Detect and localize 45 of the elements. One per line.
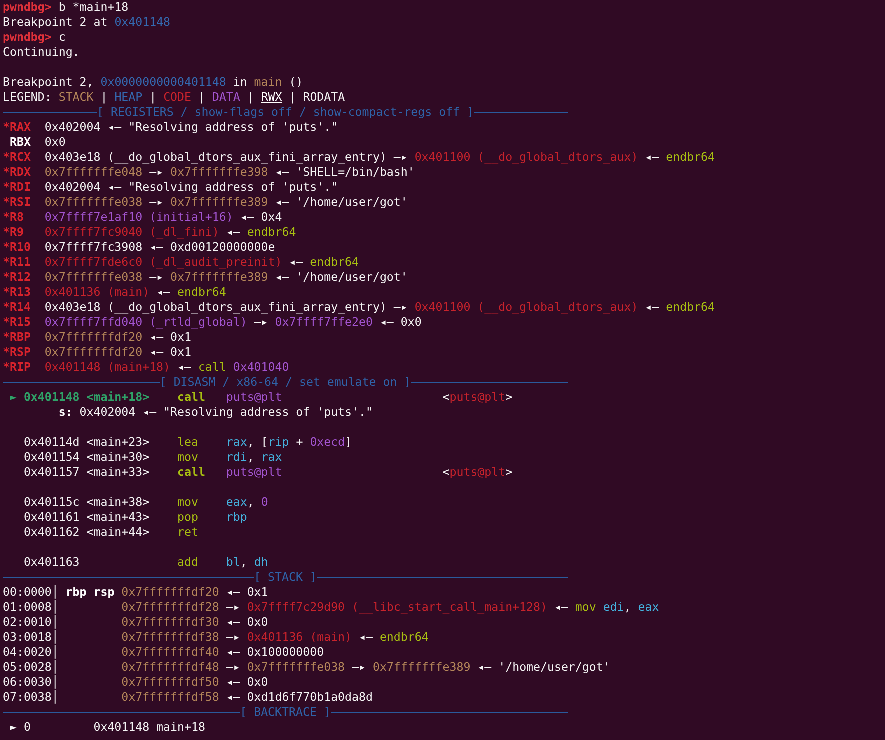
terminal-line: 03:0018│ 0x7fffffffdf38 —▸ 0x401136 (main) ◂— endbr64: [3, 630, 430, 645]
terminal-line: *R9 0x7ffff7fc9040 (_dl_fini) ◂— endbr64: [3, 225, 298, 240]
terminal-line: 02:0010│ 0x7fffffffdf30 ◂— 0x0: [3, 615, 270, 630]
section-title: [ BACKTRACE ]: [240, 705, 331, 720]
terminal-line: Continuing.: [3, 45, 81, 60]
terminal-line: pwndbg> b *main+18: [3, 0, 130, 15]
terminal-line: 0x401162 <main+44> ret: [22, 525, 200, 540]
terminal-line: *RAX 0x402004 ◂— "Resolving address of 'puts'.": [3, 120, 340, 135]
terminal-line: 04:0020│ 0x7fffffffdf40 ◂— 0x100000000: [3, 645, 326, 660]
terminal-line: *RSI 0x7fffffffe038 —▸ 0x7fffffffe389 ◂— '/home/user/got': [3, 195, 409, 210]
terminal-line: RBX 0x0: [8, 135, 67, 150]
terminal-line: *R14 0x403e18 (__do_global_dtors_aux_fini_array_entry) —▸ 0x401100 (__do_global_dtors_aux) ◂— endbr64: [3, 300, 716, 315]
terminal-line: LEGEND: STACK | HEAP | CODE | DATA | RWX | RODATA: [3, 90, 346, 105]
terminal-line: *R10 0x7ffff7fc3908 ◂— 0xd00120000000e: [3, 240, 276, 255]
terminal-line: *R12 0x7fffffffe038 —▸ 0x7fffffffe389 ◂— '/home/user/got': [3, 270, 409, 285]
terminal-line: 0x401163 add bl, dh: [22, 555, 270, 570]
terminal-line: *R8 0x7ffff7e1af10 (initial+16) ◂— 0x4: [3, 210, 284, 225]
terminal-line: ► 0 0x401148 main+18: [8, 720, 206, 735]
terminal-line: pwndbg> c: [3, 30, 67, 45]
terminal-line: *RDX 0x7fffffffe048 —▸ 0x7fffffffe398 ◂— 'SHELL=/bin/bash': [3, 165, 416, 180]
terminal-line: *RDI 0x402004 ◂— "Resolving address of 'puts'.": [3, 180, 340, 195]
section-title: [ STACK ]: [254, 570, 317, 585]
terminal-line: Breakpoint 2, 0x0000000000401148 in main (): [3, 75, 304, 90]
terminal-line: Breakpoint 2 at 0x401148: [3, 15, 172, 30]
terminal-line: *RSP 0x7fffffffdf20 ◂— 0x1: [3, 345, 192, 360]
terminal-line: *R13 0x401136 (main) ◂— endbr64: [3, 285, 228, 300]
terminal-line: 06:0030│ 0x7fffffffdf50 ◂— 0x0: [3, 675, 270, 690]
terminal-line: 0x401157 <main+33> call puts@plt <puts@plt>: [22, 465, 514, 480]
section-title: [ REGISTERS / show-flags off / show-compact-regs off ]: [97, 105, 474, 120]
terminal-line: s: 0x402004 ◂— "Resolving address of 'puts'.": [58, 405, 374, 420]
terminal-line: ► 0x401148 <main+18> call puts@plt <puts@plt>: [8, 390, 514, 405]
terminal-line: 0x401161 <main+43> pop rbp: [22, 510, 248, 525]
terminal-line: *RCX 0x403e18 (__do_global_dtors_aux_fini_array_entry) —▸ 0x401100 (__do_global_dtors_aux) ◂— endbr64: [3, 150, 716, 165]
terminal-line: 07:0038│ 0x7fffffffdf58 ◂— 0xd1d6f770b1a0da8d: [3, 690, 374, 705]
terminal-line: 0x40115c <main+38> mov eax, 0: [22, 495, 270, 510]
terminal-line: 0x401154 <main+30> mov rdi, rax: [22, 450, 284, 465]
terminal-line: *RBP 0x7fffffffdf20 ◂— 0x1: [3, 330, 192, 345]
terminal-line: 0x40114d <main+23> lea rax, [rip + 0xecd]: [22, 435, 354, 450]
terminal-line: *RIP 0x401148 (main+18) ◂— call 0x401040: [3, 360, 290, 375]
terminal-line: *R11 0x7ffff7fde6c0 (_dl_audit_preinit) ◂— endbr64: [3, 255, 360, 270]
terminal-line: *R15 0x7ffff7ffd040 (_rtld_global) —▸ 0x7ffff7ffe2e0 ◂— 0x0: [3, 315, 423, 330]
terminal-line: 01:0008│ 0x7fffffffdf28 —▸ 0x7ffff7c29d90 (__libc_start_call_main+128) ◂— mov edi, eax: [3, 600, 660, 615]
section-title: [ DISASM / x86-64 / set emulate on ]: [160, 375, 412, 390]
terminal-line: 05:0028│ 0x7fffffffdf48 —▸ 0x7fffffffe038 —▸ 0x7fffffffe389 ◂— '/home/user/got': [3, 660, 612, 675]
terminal-line: 00:0000│ rbp rsp 0x7fffffffdf20 ◂— 0x1: [3, 585, 270, 600]
